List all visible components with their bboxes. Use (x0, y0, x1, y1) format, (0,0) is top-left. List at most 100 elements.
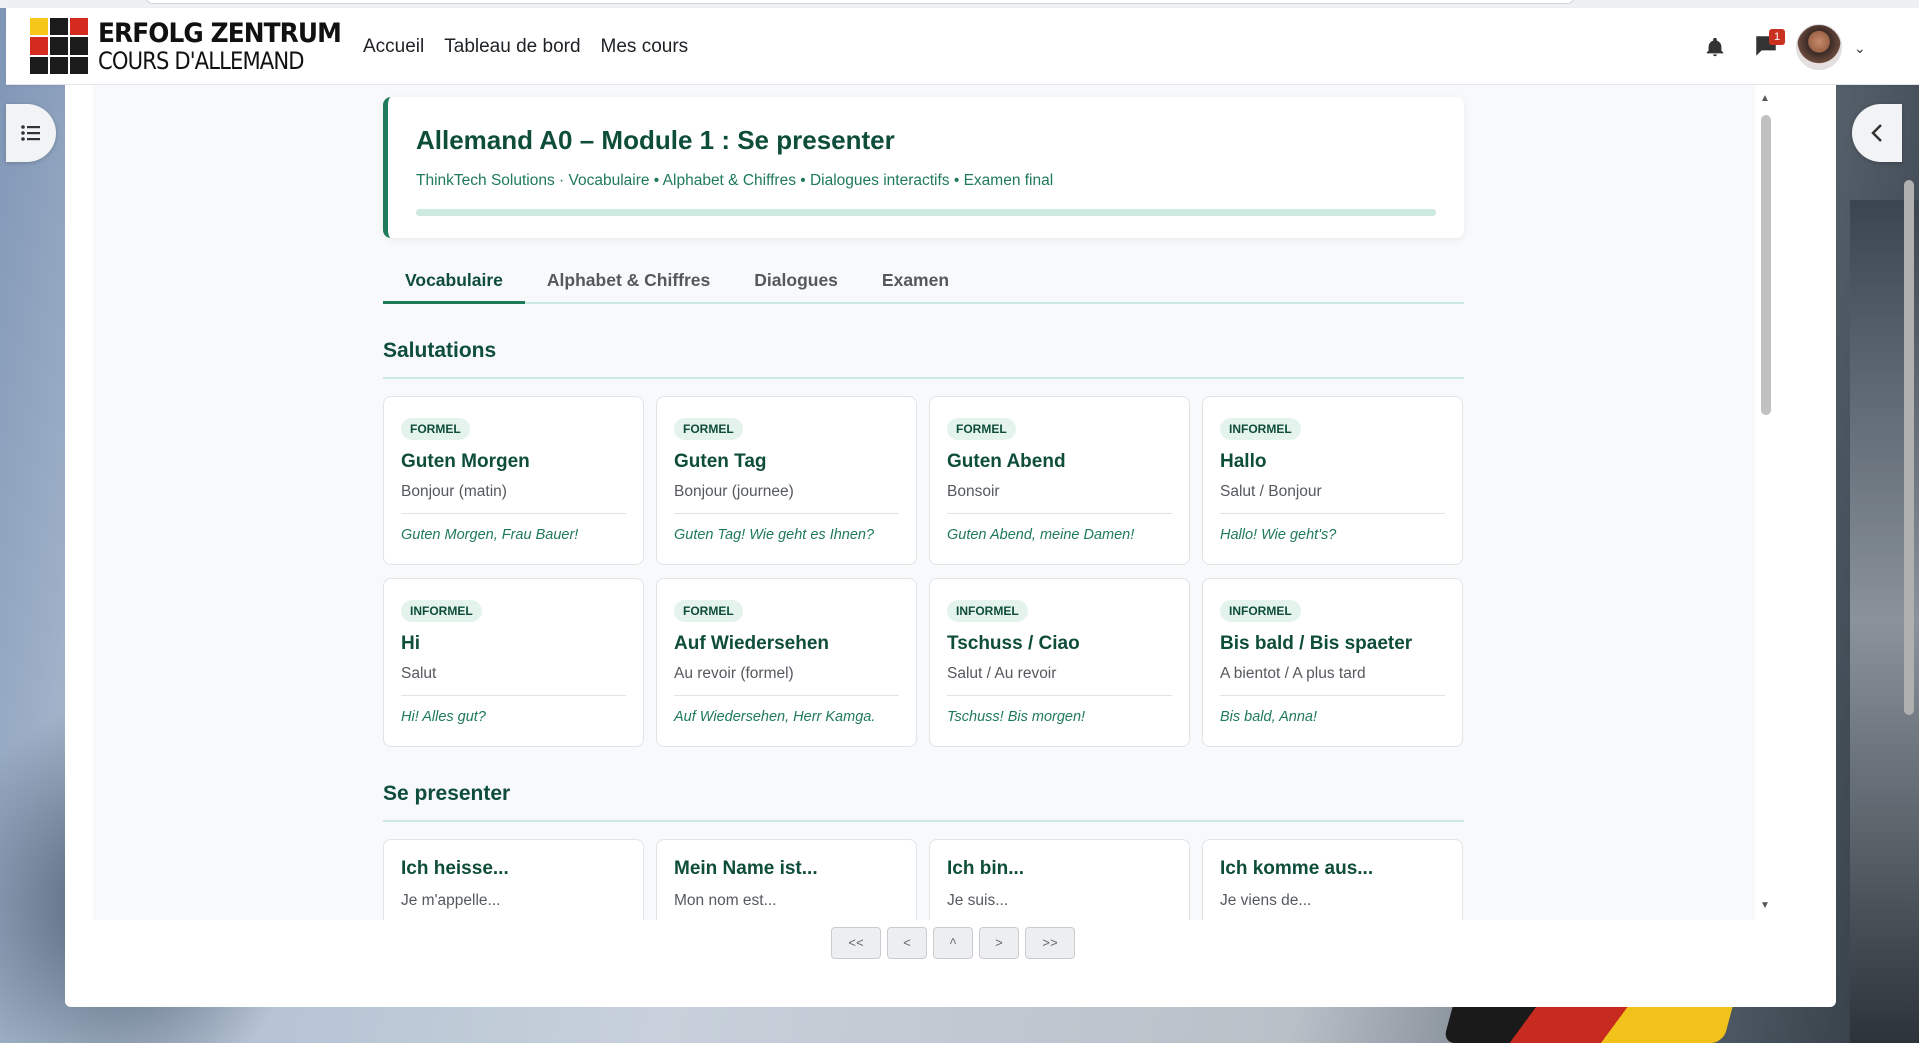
example-sentence: Guten Morgen, Frau Bauer! (401, 527, 579, 543)
register-badge: FORMEL (947, 418, 1016, 440)
example-sentence: Hallo! Wie geht's? (1220, 527, 1337, 543)
register-badge: FORMEL (674, 600, 743, 622)
tab-dialogues[interactable]: Dialogues (732, 258, 860, 304)
french-translation: Bonsoir (947, 483, 1172, 514)
german-term: Hallo (1220, 451, 1267, 472)
german-term: Guten Abend (947, 451, 1066, 472)
register-badge: INFORMEL (401, 600, 482, 622)
french-translation: Mon nom est... (674, 892, 777, 909)
nav-link-accueil[interactable]: Accueil (363, 36, 424, 58)
german-term: Ich komme aus... (1220, 858, 1374, 879)
example-sentence: Guten Abend, meine Damen! (947, 527, 1135, 543)
vocab-card[interactable]: FORMEL Guten Tag Bonjour (journee) Guten Ta… (656, 396, 917, 565)
course-subtitle: ThinkTech Solutions · Vocabulaire • Alph… (416, 172, 1054, 189)
pager-last-button[interactable]: >> (1025, 927, 1075, 959)
block-drawer-toggle[interactable] (1852, 104, 1902, 162)
page-title: Allemand A0 – Module 1 : Se presenter (416, 125, 895, 155)
example-sentence: Tschuss! Bis morgen! (947, 709, 1086, 725)
german-term: Guten Morgen (401, 451, 530, 472)
section-title-se-presenter: Se presenter (383, 782, 1464, 822)
chevron-left-icon (1871, 124, 1882, 142)
tab-alphabet-chiffres[interactable]: Alphabet & Chiffres (525, 258, 732, 304)
brand-logo[interactable]: ERFOLG ZENTRUM COURS D'ALLEMAND (30, 18, 362, 74)
tab-vocabulaire[interactable]: Vocabulaire (383, 258, 525, 304)
section-title-salutations: Salutations (383, 339, 1464, 379)
vocab-card[interactable]: INFORMEL Tschuss / Ciao Salut / Au revoir T… (929, 578, 1190, 747)
vocab-card[interactable]: Mein Name ist... Mon nom est... (656, 839, 917, 920)
register-badge: INFORMEL (947, 600, 1028, 622)
french-translation: Je viens de... (1220, 892, 1312, 909)
vocab-card[interactable]: FORMEL Guten Morgen Bonjour (matin) Guten M… (383, 396, 644, 565)
french-translation: Je m'appelle... (401, 892, 501, 909)
top-navbar: ERFOLG ZENTRUM COURS D'ALLEMAND Accueil … (6, 8, 1919, 85)
german-term: Guten Tag (674, 451, 767, 472)
vocab-card[interactable]: INFORMEL Hallo Salut / Bonjour Hallo! Wie g… (1202, 396, 1463, 565)
vocab-card[interactable]: INFORMEL Hi Salut Hi! Alles gut? (383, 578, 644, 747)
vocab-card[interactable]: INFORMEL Bis bald / Bis spaeter A bientot … (1202, 578, 1463, 747)
german-term: Bis bald / Bis spaeter (1220, 633, 1413, 654)
french-translation: Au revoir (formel) (674, 665, 899, 696)
progress-bar (416, 209, 1436, 216)
example-sentence: Bis bald, Anna! (1220, 709, 1317, 725)
chevron-down-icon[interactable]: ⌄ (1854, 40, 1866, 57)
register-badge: INFORMEL (1220, 600, 1301, 622)
page-scrollbar[interactable] (1900, 85, 1919, 1043)
logo-mark-icon (30, 18, 88, 74)
french-translation: A bientot / A plus tard (1220, 665, 1445, 696)
pager: << < ^ > >> (831, 927, 1075, 959)
brand-line1: ERFOLG ZENTRUM (98, 17, 342, 49)
nav-link-tableau-de-bord[interactable]: Tableau de bord (444, 36, 580, 58)
german-term: Ich heisse... (401, 858, 509, 879)
vocab-card[interactable]: Ich heisse... Je m'appelle... (383, 839, 644, 920)
vocab-grid-se-presenter: Ich heisse... Je m'appelle... Mein Name is… (383, 839, 1464, 920)
scrollbar-thumb[interactable] (1761, 115, 1771, 415)
nav-link-mes-cours[interactable]: Mes cours (601, 36, 689, 58)
german-term: Ich bin... (947, 858, 1025, 879)
pager-top-button[interactable]: ^ (933, 927, 973, 959)
course-header-card: Allemand A0 – Module 1 : Se presenter Th… (383, 97, 1464, 238)
course-content-frame[interactable]: Allemand A0 – Module 1 : Se presenter Th… (93, 85, 1755, 920)
vocab-grid-salutations: FORMEL Guten Morgen Bonjour (matin) Guten M… (383, 396, 1464, 747)
french-translation: Salut (401, 665, 626, 696)
pager-first-button[interactable]: << (831, 927, 881, 959)
progress-fill (416, 209, 1436, 216)
bell-icon[interactable] (1704, 35, 1726, 59)
german-term: Hi (401, 633, 420, 654)
brand-line2: COURS D'ALLEMAND (98, 46, 305, 75)
vocab-card[interactable]: FORMEL Guten Abend Bonsoir Guten Abend, mei… (929, 396, 1190, 565)
pager-prev-button[interactable]: < (887, 927, 927, 959)
notification-badge: 1 (1769, 29, 1785, 45)
french-translation: Salut / Au revoir (947, 665, 1172, 696)
course-index-toggle[interactable] (6, 104, 56, 162)
german-term: Auf Wiedersehen (674, 633, 830, 654)
example-sentence: Hi! Alles gut? (401, 709, 486, 725)
german-term: Mein Name ist... (674, 858, 818, 879)
avatar[interactable] (1796, 24, 1842, 70)
vocab-card[interactable]: Ich komme aus... Je viens de... (1202, 839, 1463, 920)
german-term: Tschuss / Ciao (947, 633, 1080, 654)
vocab-card[interactable]: FORMEL Auf Wiedersehen Au revoir (formel) A… (656, 578, 917, 747)
primary-nav: Accueil Tableau de bord Mes cours (363, 36, 688, 58)
example-sentence: Auf Wiedersehen, Herr Kamga. (674, 709, 876, 725)
example-sentence: Guten Tag! Wie geht es Ihnen? (674, 527, 875, 543)
logo-text: ERFOLG ZENTRUM COURS D'ALLEMAND (98, 20, 362, 73)
list-icon (21, 125, 40, 141)
register-badge: FORMEL (401, 418, 470, 440)
register-badge: INFORMEL (1220, 418, 1301, 440)
module-tabs: Vocabulaire Alphabet & Chiffres Dialogue… (383, 258, 1464, 304)
address-bar[interactable] (145, 0, 1575, 4)
pager-next-button[interactable]: > (979, 927, 1019, 959)
browser-chrome (0, 0, 1919, 8)
tab-examen[interactable]: Examen (860, 258, 971, 304)
french-translation: Bonjour (matin) (401, 483, 626, 514)
scroll-up-arrow-icon[interactable]: ▲ (1760, 93, 1770, 104)
vocab-card[interactable]: Ich bin... Je suis... (929, 839, 1190, 920)
inner-scrollbar[interactable]: ▲ ▼ (1755, 85, 1777, 920)
scroll-down-arrow-icon[interactable]: ▼ (1760, 900, 1770, 911)
page-scrollbar-thumb[interactable] (1904, 180, 1914, 715)
course-content: Allemand A0 – Module 1 : Se presenter Th… (383, 97, 1464, 920)
french-translation: Salut / Bonjour (1220, 483, 1445, 514)
french-translation: Je suis... (947, 892, 1009, 909)
register-badge: FORMEL (674, 418, 743, 440)
french-translation: Bonjour (journee) (674, 483, 899, 514)
